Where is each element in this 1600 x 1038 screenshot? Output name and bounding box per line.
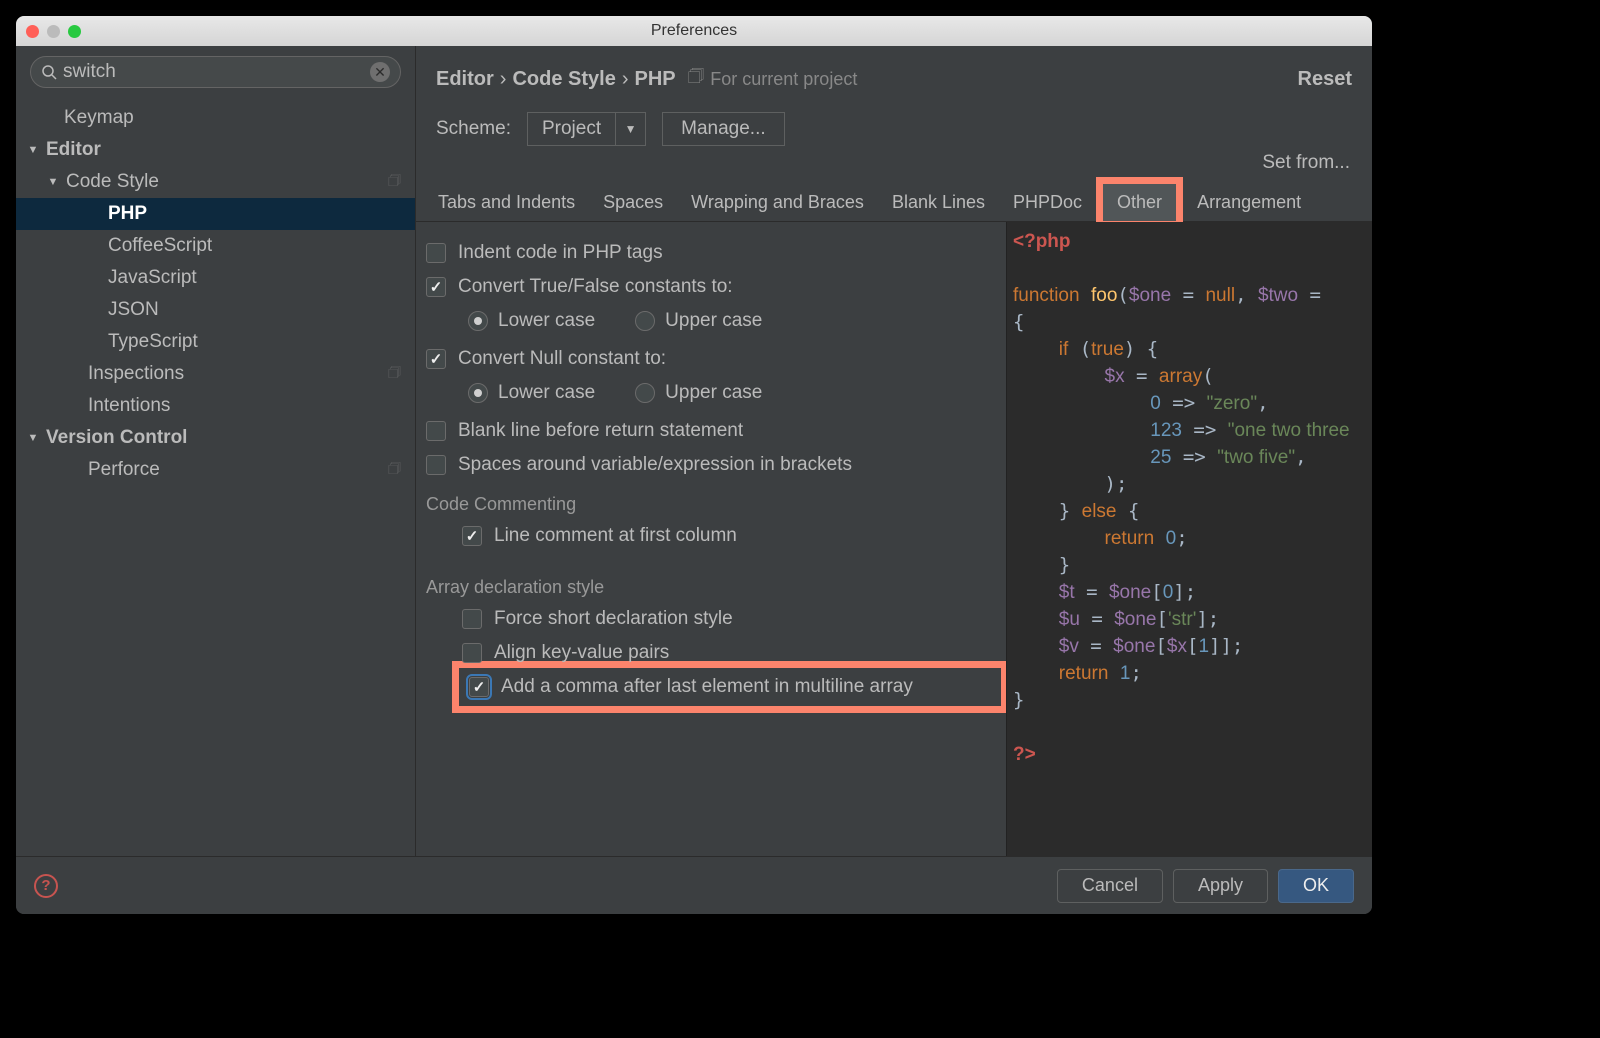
options-panel: Indent code in PHP tags Convert True/Fal… xyxy=(416,222,1006,856)
tree-item-coffeescript[interactable]: CoffeeScript xyxy=(16,230,415,262)
manage-button[interactable]: Manage... xyxy=(662,112,785,146)
scheme-combo[interactable]: Project ▼ xyxy=(527,112,646,146)
copy-icon: 🗇 xyxy=(388,170,401,194)
clear-search-icon[interactable]: ✕ xyxy=(370,62,390,82)
tab-phpdoc[interactable]: PHPDoc xyxy=(999,184,1096,221)
ok-button[interactable]: OK xyxy=(1278,869,1354,903)
convert-null-checkbox[interactable]: Convert Null constant to: xyxy=(426,342,996,376)
settings-tree: Keymap▼Editor▼Code Style🗇PHPCoffeeScript… xyxy=(16,98,415,486)
breadcrumb-codestyle[interactable]: Code Style xyxy=(512,68,615,91)
tab-bar: Tabs and IndentsSpacesWrapping and Brace… xyxy=(416,184,1372,222)
search-input[interactable] xyxy=(63,61,370,83)
dialog-footer: ? Cancel Apply OK xyxy=(16,856,1372,914)
tree-item-intentions[interactable]: Intentions xyxy=(16,390,415,422)
line-comment-col-checkbox[interactable]: Line comment at first column xyxy=(426,519,996,553)
preferences-window: Preferences ✕ Keymap▼Editor▼Code Style🗇P… xyxy=(16,16,1372,914)
tab-blank-lines[interactable]: Blank Lines xyxy=(878,184,999,221)
trailing-comma-checkbox[interactable]: Add a comma after last element in multil… xyxy=(469,676,991,698)
spaces-in-brackets-checkbox[interactable]: Spaces around variable/expression in bra… xyxy=(426,448,996,482)
tree-item-editor[interactable]: ▼Editor xyxy=(16,134,415,166)
for-current-project: 🗇For current project xyxy=(688,64,858,94)
apply-button[interactable]: Apply xyxy=(1173,869,1268,903)
tree-item-javascript[interactable]: JavaScript xyxy=(16,262,415,294)
tab-tabs-and-indents[interactable]: Tabs and Indents xyxy=(424,184,589,221)
highlighted-trailing-comma: Add a comma after last element in multil… xyxy=(452,661,1006,713)
tree-item-code-style[interactable]: ▼Code Style🗇 xyxy=(16,166,415,198)
tree-item-php[interactable]: PHP xyxy=(16,198,415,230)
sidebar: ✕ Keymap▼Editor▼Code Style🗇PHPCoffeeScri… xyxy=(16,46,416,856)
array-decl-section: Array declaration style xyxy=(426,553,996,602)
tab-spaces[interactable]: Spaces xyxy=(589,184,677,221)
search-icon xyxy=(41,64,57,80)
convert-true-false-checkbox[interactable]: Convert True/False constants to: xyxy=(426,270,996,304)
breadcrumb-php: PHP xyxy=(634,68,675,91)
search-input-wrap[interactable]: ✕ xyxy=(30,56,401,88)
chevron-down-icon[interactable]: ▼ xyxy=(615,113,645,145)
tree-item-json[interactable]: JSON xyxy=(16,294,415,326)
tab-wrapping-and-braces[interactable]: Wrapping and Braces xyxy=(677,184,878,221)
main-panel: Editor › Code Style › PHP 🗇For current p… xyxy=(416,46,1372,856)
code-preview: <?php function foo($one = null, $two = {… xyxy=(1006,222,1372,856)
tf-upper-radio[interactable]: Upper case xyxy=(635,310,762,332)
cancel-button[interactable]: Cancel xyxy=(1057,869,1163,903)
zoom-icon[interactable] xyxy=(68,25,81,38)
null-upper-radio[interactable]: Upper case xyxy=(635,382,762,404)
tree-item-inspections[interactable]: Inspections🗇 xyxy=(16,358,415,390)
project-icon: 🗇 xyxy=(688,64,705,94)
tree-item-perforce[interactable]: Perforce🗇 xyxy=(16,454,415,486)
tree-item-typescript[interactable]: TypeScript xyxy=(16,326,415,358)
window-title: Preferences xyxy=(651,22,737,40)
blank-before-return-checkbox[interactable]: Blank line before return statement xyxy=(426,414,996,448)
indent-php-tags-checkbox[interactable]: Indent code in PHP tags xyxy=(426,236,996,270)
scheme-value: Project xyxy=(528,118,615,140)
tf-lower-radio[interactable]: Lower case xyxy=(468,310,595,332)
code-commenting-section: Code Commenting xyxy=(426,482,996,519)
copy-icon: 🗇 xyxy=(388,458,401,482)
reset-link[interactable]: Reset xyxy=(1298,68,1352,91)
tree-item-keymap[interactable]: Keymap xyxy=(16,102,415,134)
minimize-icon[interactable] xyxy=(47,25,60,38)
close-icon[interactable] xyxy=(26,25,39,38)
null-lower-radio[interactable]: Lower case xyxy=(468,382,595,404)
breadcrumb-editor[interactable]: Editor xyxy=(436,68,494,91)
help-icon[interactable]: ? xyxy=(34,874,58,898)
tab-other[interactable]: Other xyxy=(1096,177,1183,228)
title-bar: Preferences xyxy=(16,16,1372,46)
copy-icon: 🗇 xyxy=(388,362,401,386)
tab-arrangement[interactable]: Arrangement xyxy=(1183,184,1315,221)
force-short-decl-checkbox[interactable]: Force short declaration style xyxy=(426,602,996,636)
scheme-label: Scheme: xyxy=(436,118,511,140)
set-from-link[interactable]: Set from... xyxy=(1262,152,1372,174)
breadcrumb-row: Editor › Code Style › PHP 🗇For current p… xyxy=(416,46,1372,98)
tree-item-version-control[interactable]: ▼Version Control xyxy=(16,422,415,454)
